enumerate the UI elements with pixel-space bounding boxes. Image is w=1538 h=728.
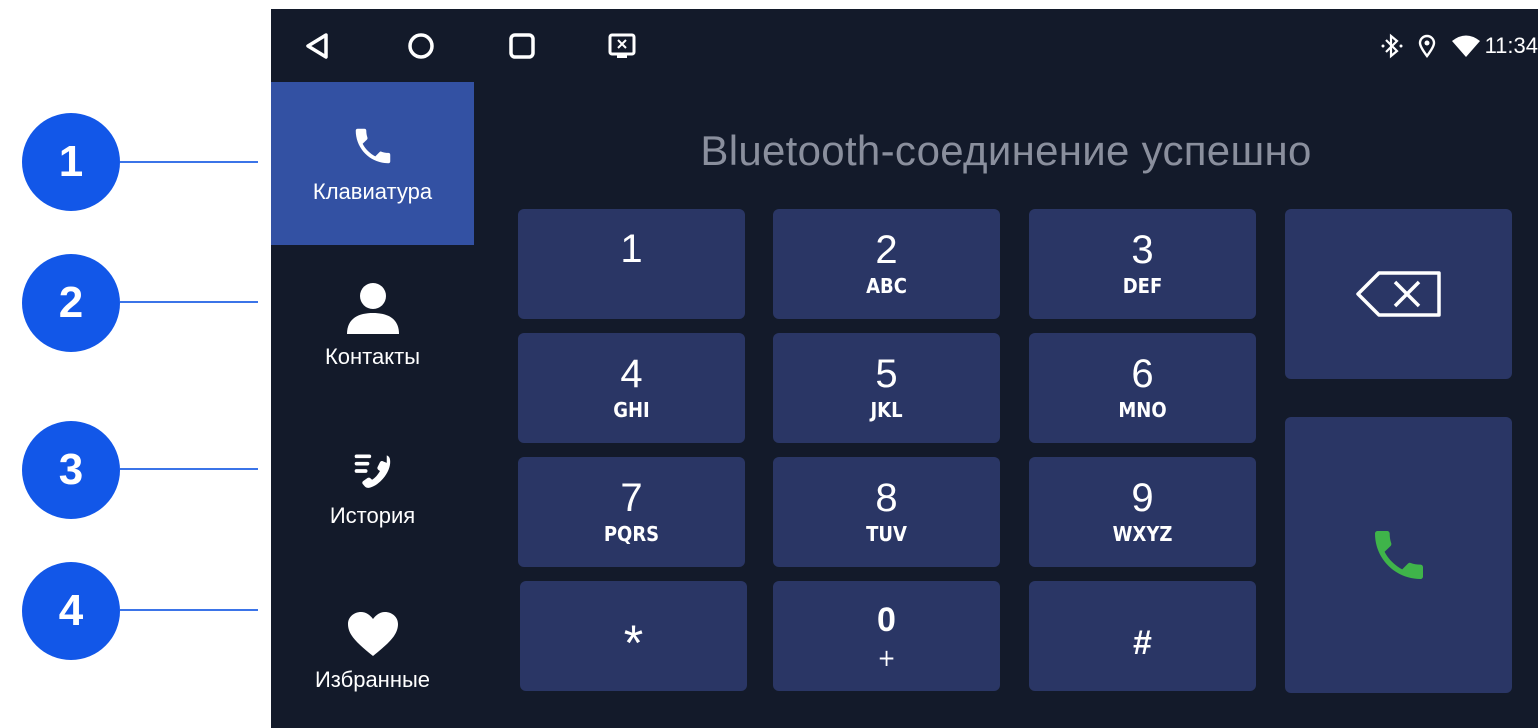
status-icons: 11:34 xyxy=(1381,31,1538,61)
sidebar-item-label: Контакты xyxy=(324,343,421,369)
heart-icon xyxy=(347,611,398,656)
status-bar: 11:34 xyxy=(271,9,1538,81)
key-digit: 3 xyxy=(1131,228,1154,272)
sidebar-item-label: Избранные xyxy=(314,666,431,692)
wifi-icon xyxy=(1451,35,1480,57)
key-digit: 7 xyxy=(620,476,643,520)
key-digit: 5 xyxy=(875,352,898,396)
call-green-icon xyxy=(1374,531,1423,579)
key-digit: 4 xyxy=(620,352,643,396)
key-9[interactable]: 9 WXYZ xyxy=(1029,457,1256,567)
call-button[interactable] xyxy=(1285,417,1512,693)
key-letters: ABC xyxy=(866,274,907,298)
callout-4: 4 xyxy=(22,562,120,660)
key-5[interactable]: 5 JKL xyxy=(773,333,1000,443)
callout-line-2 xyxy=(120,301,258,303)
key-digit: 0 xyxy=(877,601,896,639)
sidebar: Клавиатура Контакты История Избранные xyxy=(271,81,474,728)
back-button[interactable] xyxy=(302,31,332,61)
key-digit: 9 xyxy=(1131,476,1154,520)
person-icon xyxy=(346,282,399,334)
key-4[interactable]: 4 GHI xyxy=(518,333,745,443)
key-letters: WXYZ xyxy=(1112,522,1173,546)
key-7[interactable]: 7 PQRS xyxy=(518,457,745,567)
key-0[interactable]: 0 + xyxy=(773,581,1000,691)
callout-line-1 xyxy=(120,161,258,163)
key-digit: 2 xyxy=(875,228,898,272)
sidebar-item-label: Клавиатура xyxy=(312,178,433,204)
key-digit: 8 xyxy=(875,476,898,520)
callout-2: 2 xyxy=(22,254,120,352)
key-letters: JKL xyxy=(870,398,903,422)
sidebar-item-contacts[interactable]: Контакты xyxy=(271,244,474,407)
key-8[interactable]: 8 TUV xyxy=(773,457,1000,567)
key-letters: PQRS xyxy=(603,522,660,546)
callout-line-3 xyxy=(120,468,258,470)
recents-button[interactable] xyxy=(507,31,537,61)
key-3[interactable]: 3 DEF xyxy=(1029,209,1256,319)
key-letters: + xyxy=(877,644,896,672)
location-icon xyxy=(1418,34,1435,58)
backspace-icon xyxy=(1355,271,1441,317)
key-digit: # xyxy=(1133,624,1152,662)
key-6[interactable]: 6 MNO xyxy=(1029,333,1256,443)
back-triangle-icon xyxy=(306,33,328,59)
backspace-button[interactable] xyxy=(1285,209,1512,379)
callout-line-4 xyxy=(120,609,258,611)
screen-close-button[interactable] xyxy=(607,31,637,61)
key-letters: GHI xyxy=(613,398,650,422)
call-history-icon xyxy=(354,454,390,488)
clock: 11:34 xyxy=(1484,33,1538,58)
connection-status-text: Bluetooth-соединение успешно xyxy=(700,127,1312,174)
phone-icon xyxy=(355,128,390,163)
home-button[interactable] xyxy=(406,31,436,61)
home-circle-icon xyxy=(408,33,434,59)
bluetooth-icon xyxy=(1381,33,1403,59)
key-letters: DEF xyxy=(1122,274,1163,298)
key-star[interactable]: * xyxy=(520,581,747,691)
key-digit: * xyxy=(623,615,644,671)
key-letters: MNO xyxy=(1118,398,1167,422)
sidebar-item-keypad[interactable]: Клавиатура xyxy=(271,82,474,245)
callout-1: 1 xyxy=(22,113,120,211)
sidebar-item-favorites[interactable]: Избранные xyxy=(271,570,474,728)
key-2[interactable]: 2 ABC xyxy=(773,209,1000,319)
callout-3: 3 xyxy=(22,421,120,519)
key-digit: 6 xyxy=(1131,352,1154,396)
recents-square-icon xyxy=(509,33,535,59)
key-digit: 1 xyxy=(620,227,643,271)
key-1[interactable]: 1 xyxy=(518,209,745,319)
head-unit-screen: 11:34 Клавиатура Контакты История Избран… xyxy=(271,9,1538,728)
key-hash[interactable]: # xyxy=(1029,581,1256,691)
key-letters: TUV xyxy=(866,522,907,546)
sidebar-item-label: История xyxy=(329,502,416,528)
sidebar-item-history[interactable]: История xyxy=(271,407,474,570)
screen-close-icon xyxy=(608,33,636,58)
